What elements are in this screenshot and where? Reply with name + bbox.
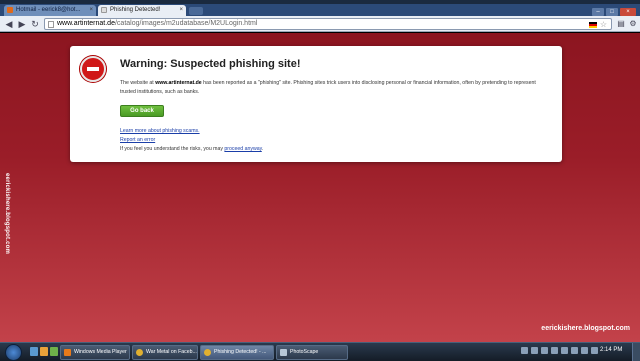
report-error-link[interactable]: Report an error [120, 137, 155, 143]
tab-phishing[interactable]: Phishing Detected! × [98, 5, 186, 16]
side-watermark: eerickishere.blogspot.com [4, 173, 10, 255]
browser-toolbar: ◀ ▶ ↻ www.artinternat.de/catalog/images/… [0, 16, 640, 32]
minimize-button[interactable]: – [592, 8, 604, 16]
quick-launch-icon[interactable] [50, 347, 58, 356]
tab-label: Phishing Detected! [110, 7, 161, 13]
maximize-button[interactable]: □ [606, 8, 618, 16]
proceed-anyway-link[interactable]: proceed anyway [224, 146, 261, 152]
show-desktop-quick-icon[interactable] [30, 347, 38, 356]
address-bar-actions: ☆ [588, 20, 607, 29]
page-icon [48, 21, 54, 28]
tray-icon[interactable] [571, 347, 578, 354]
show-desktop-button[interactable] [632, 343, 640, 361]
tab-label: Hotmail - eerick8@hot... [16, 7, 81, 13]
phishing-warning-card: Warning: Suspected phishing site! The we… [70, 46, 562, 162]
tray-icon[interactable] [561, 347, 568, 354]
tray-icon[interactable] [531, 347, 538, 354]
window-controls: – □ × [592, 8, 636, 16]
warning-links: Learn more about phishing scams. Report … [120, 128, 264, 152]
tab-hotmail[interactable]: Hotmail - eerick8@hot... × [4, 5, 96, 16]
translate-flag-icon[interactable] [588, 22, 597, 28]
browser-tab-bar: Hotmail - eerick8@hot... × Phishing Dete… [0, 4, 640, 16]
wrench-icon[interactable]: ⚙ [628, 19, 638, 29]
tray-icon[interactable] [581, 347, 588, 354]
site-domain: www.artinternat.de [155, 80, 202, 86]
clock[interactable]: 2:14 PM [600, 347, 622, 353]
photoscape-icon [280, 349, 287, 356]
start-button[interactable] [5, 344, 22, 361]
volume-icon[interactable] [551, 347, 558, 354]
learn-more-link[interactable]: Learn more about phishing scams. [120, 128, 200, 134]
stop-icon [80, 56, 106, 82]
go-back-button[interactable]: Go back [120, 105, 164, 117]
forward-arrow-icon[interactable]: ▶ [17, 19, 27, 29]
page-content: eerickishere.blogspot.com Warning: Suspe… [0, 33, 640, 342]
warning-title: Warning: Suspected phishing site! [120, 58, 301, 70]
close-tab-icon[interactable]: × [179, 5, 183, 15]
network-icon[interactable] [541, 347, 548, 354]
taskbar-item-facebook[interactable]: War Metal on Faceb... [132, 345, 198, 360]
media-player-icon [64, 349, 71, 356]
url-domain: www.artinternat.de [57, 20, 115, 27]
tray-icon[interactable] [521, 347, 528, 354]
url-path: /catalog/images/m2udatabase/M2ULogin.htm… [114, 20, 258, 27]
hotmail-icon [7, 7, 13, 13]
watermark-text: eerickishere.blogspot.com [541, 325, 630, 332]
back-arrow-icon[interactable]: ◀ [4, 19, 14, 29]
chrome-icon [136, 349, 143, 356]
chrome-icon [204, 349, 211, 356]
page-menu-icon[interactable]: ▤ [616, 19, 626, 29]
close-tab-icon[interactable]: × [89, 5, 93, 15]
tray-icon[interactable] [591, 347, 598, 354]
taskbar-item-phishing[interactable]: Phishing Detected! - ... [200, 345, 274, 360]
taskbar-item-media-player[interactable]: Windows Media Player [60, 345, 130, 360]
close-window-button[interactable]: × [620, 8, 636, 16]
new-tab-button[interactable] [189, 7, 203, 15]
system-tray [521, 347, 598, 354]
taskbar-item-photoscape[interactable]: PhotoScape [276, 345, 348, 360]
quick-launch-icon[interactable] [40, 347, 48, 356]
bookmark-star-icon[interactable]: ☆ [600, 20, 607, 29]
page-icon [101, 7, 107, 13]
address-bar[interactable]: www.artinternat.de/catalog/images/m2udat… [44, 18, 612, 30]
taskbar: Windows Media Player War Metal on Faceb.… [0, 342, 640, 361]
warning-description: The website at www.artinternat.de has be… [120, 80, 536, 95]
reload-icon[interactable]: ↻ [30, 19, 40, 29]
